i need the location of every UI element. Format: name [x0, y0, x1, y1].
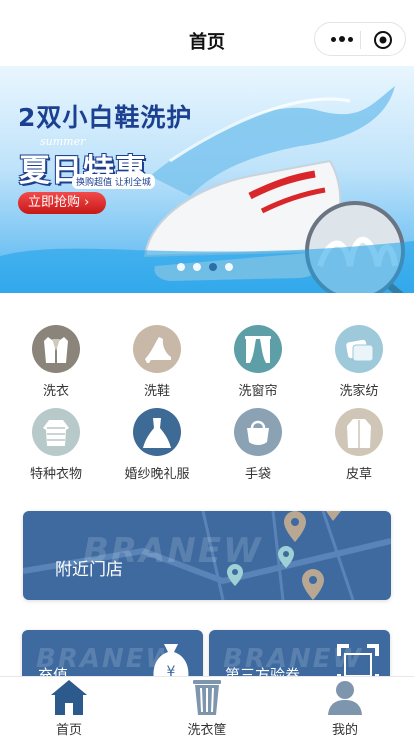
category-handbag[interactable]: 手袋 — [208, 408, 308, 482]
carousel-dot[interactable] — [177, 263, 185, 271]
tab-label: 洗衣筐 — [187, 723, 227, 738]
tab-profile[interactable]: 我的 — [295, 677, 395, 738]
down-jacket-icon — [32, 408, 80, 456]
tab-label: 我的 — [331, 723, 358, 738]
close-miniprogram-icon[interactable] — [373, 30, 393, 50]
fur-coat-icon — [335, 408, 383, 456]
handbag-icon — [234, 408, 282, 456]
carousel-dot[interactable] — [225, 263, 233, 271]
nearby-stores-card[interactable]: BRANEW 附近门店 — [23, 511, 391, 600]
more-icon[interactable] — [327, 26, 357, 52]
category-label: 特种衣物 — [29, 467, 82, 482]
carousel-dot[interactable] — [193, 263, 201, 271]
home-icon — [51, 680, 87, 715]
category-label: 婚纱晚礼服 — [124, 467, 190, 482]
tab-laundry-basket[interactable]: 洗衣筐 — [157, 677, 257, 738]
menu-capsule — [314, 22, 406, 56]
tab-bar: 首页 洗衣筐 我的 — [0, 676, 414, 738]
curtain-icon — [234, 325, 282, 373]
tab-label: 首页 — [55, 723, 82, 738]
category-shoes[interactable]: 洗鞋 — [107, 325, 207, 399]
banner-headline: 2双小白鞋洗护 — [18, 103, 193, 132]
category-textiles[interactable]: 洗家纺 — [309, 325, 409, 399]
laundry-basket-icon — [193, 680, 221, 715]
tab-home[interactable]: 首页 — [19, 677, 119, 738]
category-wedding-dress[interactable]: 婚纱晚礼服 — [107, 408, 207, 482]
nearby-stores-label: 附近门店 — [55, 560, 123, 580]
promo-banner[interactable]: 2双小白鞋洗护 summer 夏日特惠 换购超值 让利全城 立即抢购 › — [0, 66, 414, 293]
category-label: 洗鞋 — [143, 384, 170, 399]
category-label: 手袋 — [244, 467, 271, 482]
buy-now-button[interactable]: 立即抢购 › — [18, 192, 106, 214]
user-icon — [328, 681, 362, 715]
category-special-garments[interactable]: 特种衣物 — [6, 408, 106, 482]
suit-icon — [32, 325, 80, 373]
category-laundry[interactable]: 洗衣 — [6, 325, 106, 399]
pillow-icon — [335, 325, 383, 373]
banner-subtitle: 换购超值 让利全城 — [72, 174, 155, 189]
capsule-divider — [360, 31, 361, 49]
category-label: 洗家纺 — [339, 384, 379, 399]
category-fur[interactable]: 皮草 — [309, 408, 409, 482]
wedding-dress-icon — [133, 408, 181, 456]
category-label: 洗窗帘 — [238, 384, 278, 399]
nav-bar: 首页 — [0, 0, 414, 66]
carousel-dot-active[interactable] — [209, 263, 217, 271]
category-curtain[interactable]: 洗窗帘 — [208, 325, 308, 399]
carousel-indicator — [177, 263, 233, 271]
category-label: 洗衣 — [42, 384, 69, 399]
category-label: 皮草 — [345, 467, 372, 482]
high-heel-icon — [133, 325, 181, 373]
